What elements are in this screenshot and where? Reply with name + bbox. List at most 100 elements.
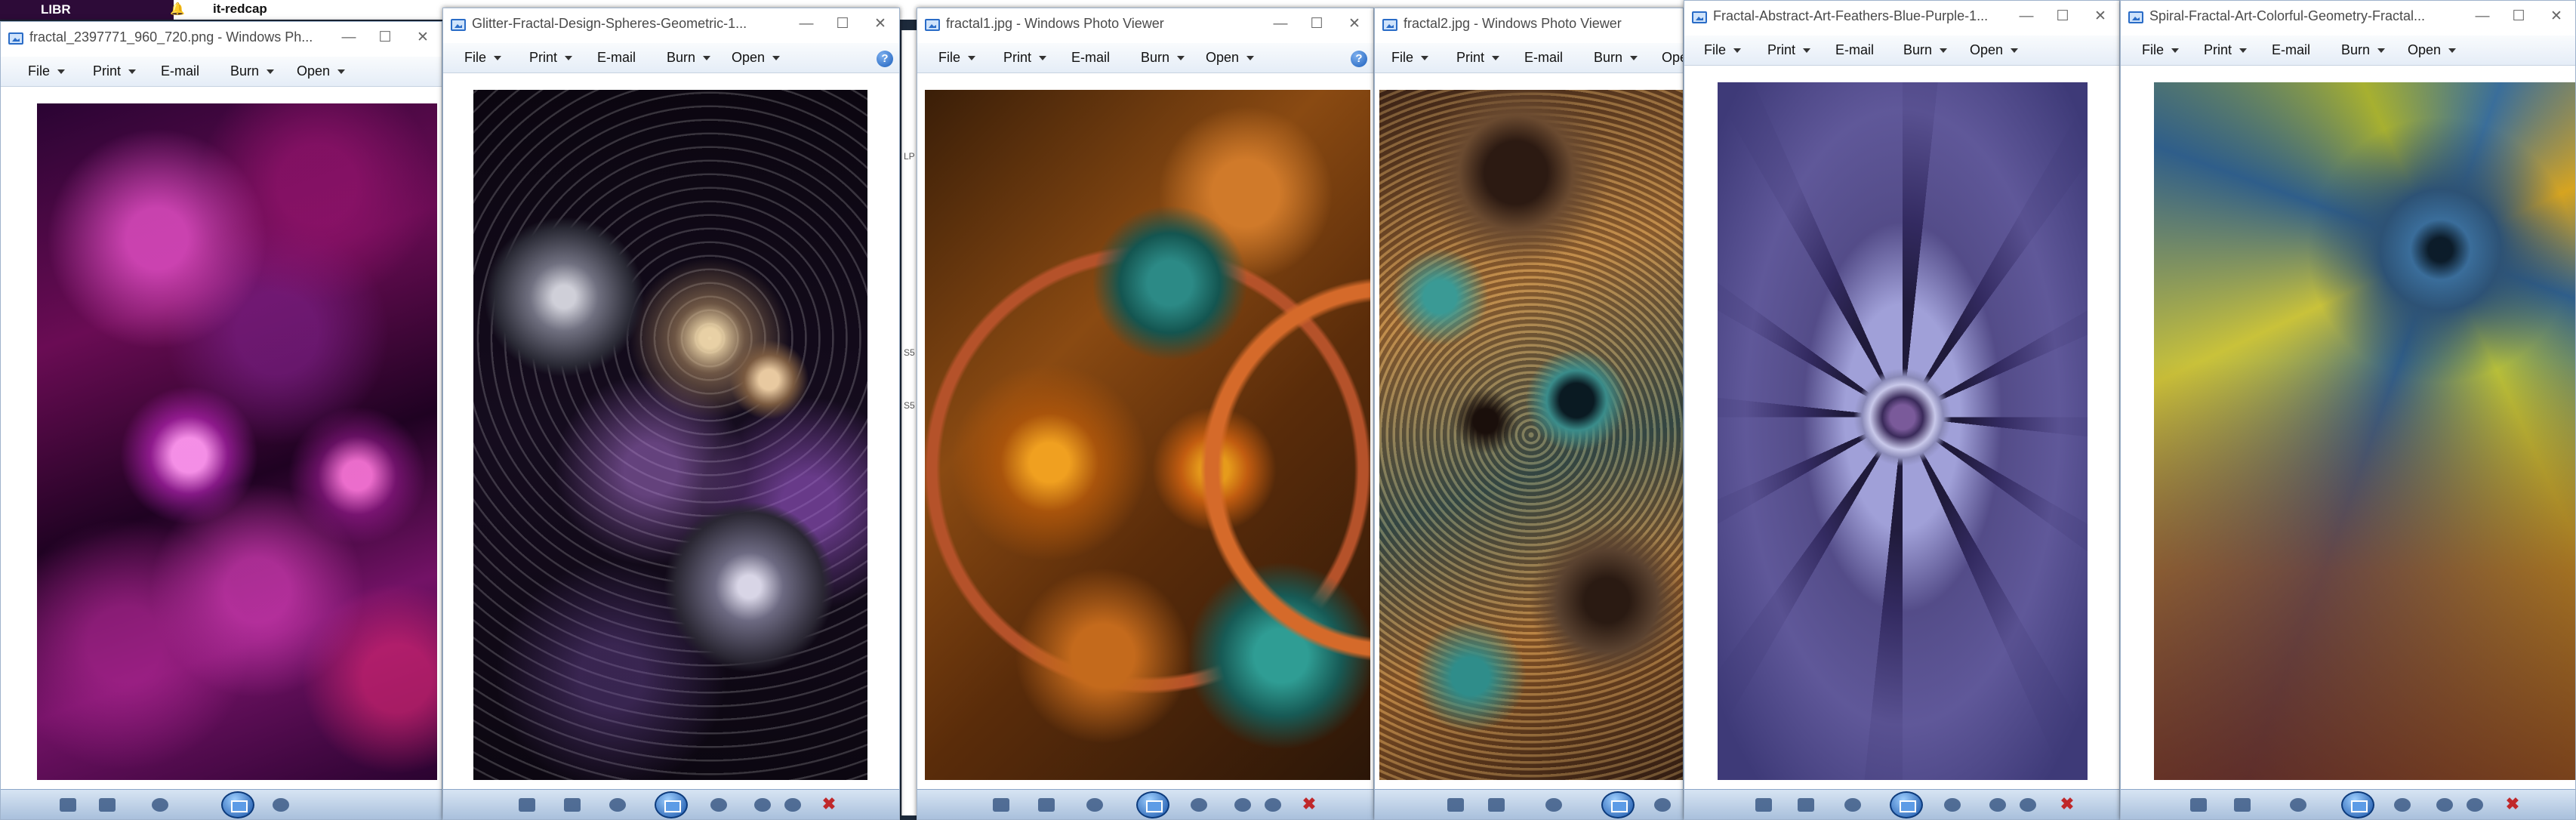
title-bar[interactable]: Spiral-Fractal-Art-Colorful-Geometry-Fra… (2121, 1, 2575, 35)
fit-icon[interactable] (1488, 798, 1505, 812)
slideshow-icon[interactable] (1601, 791, 1635, 818)
menu-email[interactable]: E-mail (161, 63, 199, 79)
title-bar[interactable]: fractal_2397771_960_720.png - Windows Ph… (1, 22, 442, 57)
maximize-icon[interactable]: ☐ (372, 26, 398, 51)
fit-icon[interactable] (564, 798, 581, 812)
zoom-icon[interactable] (993, 798, 1009, 812)
menu-burn[interactable]: Burn (667, 50, 711, 66)
previous-icon[interactable] (609, 798, 626, 812)
rotate-left-icon[interactable] (1234, 798, 1251, 812)
rotate-right-icon[interactable] (2020, 798, 2036, 812)
menu-print[interactable]: Print (93, 63, 137, 79)
photo-viewer-window-5[interactable]: Fractal-Abstract-Art-Feathers-Blue-Purpl… (1684, 0, 2120, 820)
maximize-icon[interactable]: ☐ (2506, 5, 2531, 29)
previous-icon[interactable] (1086, 798, 1103, 812)
photo-viewer-window-4[interactable]: fractal2.jpg - Windows Photo Viewer File… (1374, 8, 1684, 820)
menu-open[interactable]: Open (1970, 42, 2019, 58)
close-icon[interactable]: ✕ (2088, 5, 2113, 29)
previous-icon[interactable] (1844, 798, 1861, 812)
menu-email[interactable]: E-mail (1071, 50, 1110, 66)
minimize-icon[interactable]: — (336, 26, 362, 51)
minimize-icon[interactable]: — (793, 13, 819, 37)
close-icon[interactable]: ✕ (2544, 5, 2569, 29)
rotate-left-icon[interactable] (2436, 798, 2453, 812)
menu-email[interactable]: E-mail (597, 50, 636, 66)
menu-burn[interactable]: Burn (1141, 50, 1185, 66)
title-bar[interactable]: fractal1.jpg - Windows Photo Viewer — ☐ … (917, 8, 1373, 43)
title-bar[interactable]: fractal2.jpg - Windows Photo Viewer (1375, 8, 1683, 43)
menu-file[interactable]: File (28, 63, 66, 79)
next-icon[interactable] (2394, 798, 2411, 812)
image-viewport[interactable] (1375, 73, 1683, 789)
fit-icon[interactable] (99, 798, 116, 812)
minimize-icon[interactable]: — (1268, 13, 1293, 37)
fit-icon[interactable] (1798, 798, 1814, 812)
bell-icon[interactable]: 🔔 (169, 2, 186, 18)
fit-icon[interactable] (1038, 798, 1055, 812)
zoom-icon[interactable] (60, 798, 76, 812)
image-viewport[interactable] (2121, 66, 2575, 789)
minimize-icon[interactable]: — (2014, 5, 2039, 29)
delete-icon[interactable]: ✖ (2504, 796, 2521, 812)
menu-file[interactable]: File (464, 50, 502, 66)
next-icon[interactable] (1654, 798, 1671, 812)
menu-file[interactable]: File (1391, 50, 1429, 66)
menu-file[interactable]: File (1704, 42, 1742, 58)
maximize-icon[interactable]: ☐ (2050, 5, 2075, 29)
help-icon[interactable]: ? (1351, 51, 1367, 67)
help-icon[interactable]: ? (877, 51, 893, 67)
next-icon[interactable] (1191, 798, 1207, 812)
image-viewport[interactable] (917, 73, 1373, 789)
photo-viewer-window-1[interactable]: fractal_2397771_960_720.png - Windows Ph… (0, 21, 442, 820)
menu-print[interactable]: Print (2204, 42, 2248, 58)
slideshow-icon[interactable] (2341, 791, 2374, 818)
zoom-icon[interactable] (1447, 798, 1464, 812)
delete-icon[interactable]: ✖ (821, 796, 837, 812)
fit-icon[interactable] (2234, 798, 2251, 812)
slideshow-icon[interactable] (221, 791, 254, 818)
title-bar[interactable]: Fractal-Abstract-Art-Feathers-Blue-Purpl… (1684, 1, 2119, 35)
slideshow-icon[interactable] (655, 791, 688, 818)
menu-print[interactable]: Print (1456, 50, 1500, 66)
menu-print[interactable]: Print (1767, 42, 1811, 58)
menu-burn[interactable]: Burn (230, 63, 275, 79)
maximize-icon[interactable]: ☐ (830, 13, 855, 37)
next-icon[interactable] (1944, 798, 1961, 812)
close-icon[interactable]: ✕ (867, 13, 893, 37)
title-bar[interactable]: Glitter-Fractal-Design-Spheres-Geometric… (443, 8, 899, 43)
menu-open[interactable]: Open (2408, 42, 2457, 58)
previous-icon[interactable] (1545, 798, 1562, 812)
menu-email[interactable]: E-mail (1524, 50, 1563, 66)
minimize-icon[interactable]: — (2470, 5, 2495, 29)
image-viewport[interactable] (1684, 66, 2119, 789)
menu-open[interactable]: Open (1662, 50, 1683, 66)
browser-tab-libr[interactable]: LIBR (0, 0, 174, 20)
close-icon[interactable]: ✕ (410, 26, 436, 51)
delete-icon[interactable]: ✖ (2059, 796, 2075, 812)
menu-print[interactable]: Print (529, 50, 573, 66)
delete-icon[interactable]: ✖ (1301, 796, 1317, 812)
slideshow-icon[interactable] (1136, 791, 1169, 818)
menu-file[interactable]: File (938, 50, 976, 66)
photo-viewer-window-6[interactable]: Spiral-Fractal-Art-Colorful-Geometry-Fra… (2120, 0, 2576, 820)
image-viewport[interactable] (1, 87, 442, 789)
browser-page-label[interactable]: it-redcap (213, 0, 267, 20)
rotate-right-icon[interactable] (784, 798, 801, 812)
menu-burn[interactable]: Burn (1903, 42, 1948, 58)
rotate-right-icon[interactable] (1265, 798, 1281, 812)
rotate-left-icon[interactable] (1989, 798, 2006, 812)
previous-icon[interactable] (2290, 798, 2306, 812)
menu-open[interactable]: Open (1206, 50, 1255, 66)
photo-viewer-window-2[interactable]: Glitter-Fractal-Design-Spheres-Geometric… (442, 8, 900, 820)
close-icon[interactable]: ✕ (1342, 13, 1367, 37)
menu-file[interactable]: File (2142, 42, 2180, 58)
slideshow-icon[interactable] (1890, 791, 1923, 818)
zoom-icon[interactable] (519, 798, 535, 812)
maximize-icon[interactable]: ☐ (1304, 13, 1330, 37)
rotate-right-icon[interactable] (2467, 798, 2483, 812)
menu-email[interactable]: E-mail (2272, 42, 2310, 58)
rotate-left-icon[interactable] (754, 798, 771, 812)
next-icon[interactable] (273, 798, 289, 812)
previous-icon[interactable] (152, 798, 168, 812)
menu-open[interactable]: Open (297, 63, 346, 79)
